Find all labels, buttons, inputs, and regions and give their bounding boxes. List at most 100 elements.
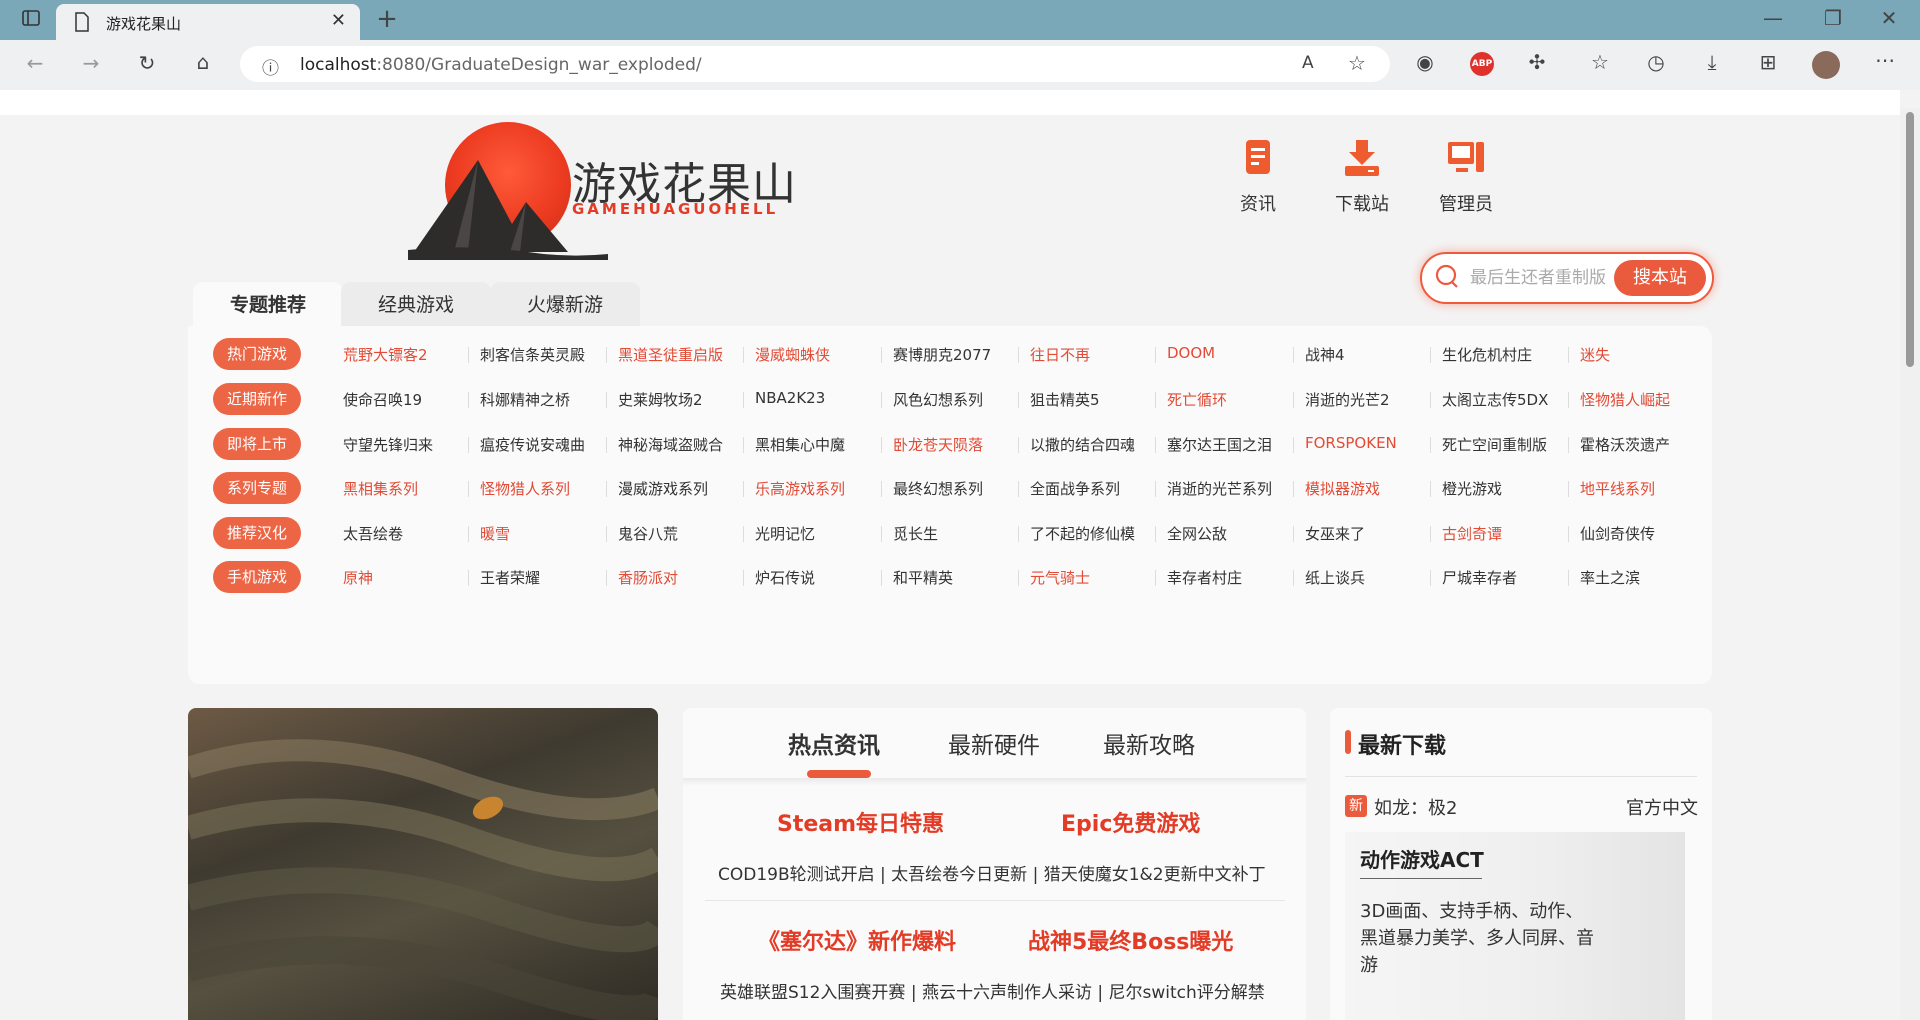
search-button[interactable]: 搜本站 xyxy=(1614,260,1706,296)
topic-game-link[interactable]: 狙击精英5 xyxy=(1030,389,1160,410)
restore-icon[interactable]: ❐ xyxy=(1818,6,1848,30)
topic-category-badge[interactable]: 近期新作 xyxy=(213,383,301,415)
topic-game-link[interactable]: 黑道圣徒重启版 xyxy=(618,344,748,365)
topic-game-link[interactable]: 全面战争系列 xyxy=(1030,478,1160,499)
plus-icon[interactable]: + xyxy=(372,4,402,34)
topic-game-link[interactable]: 古剑奇谭 xyxy=(1442,523,1572,544)
topic-game-link[interactable]: FORSPOKEN xyxy=(1305,434,1435,452)
topic-game-link[interactable]: 以撒的结合四魂 xyxy=(1030,434,1160,455)
topic-game-link[interactable]: 荒野大镖客2 xyxy=(343,344,473,365)
topic-game-link[interactable]: 消逝的光芒系列 xyxy=(1167,478,1297,499)
topic-game-link[interactable]: 乐高游戏系列 xyxy=(755,478,885,499)
topic-game-link[interactable]: 卧龙苍天陨落 xyxy=(893,434,1023,455)
topic-game-link[interactable]: 觅长生 xyxy=(893,523,1023,544)
topic-game-link[interactable]: 和平精英 xyxy=(893,567,1023,588)
topic-game-link[interactable]: DOOM xyxy=(1167,344,1297,362)
forward-icon[interactable]: → xyxy=(76,51,106,75)
topic-game-link[interactable]: 死亡空间重制版 xyxy=(1442,434,1572,455)
close-icon[interactable]: ✕ xyxy=(331,10,346,31)
topic-game-link[interactable]: 原神 xyxy=(343,567,473,588)
topic-game-link[interactable]: 纸上谈兵 xyxy=(1305,567,1435,588)
topic-game-link[interactable]: 仙剑奇侠传 xyxy=(1580,523,1710,544)
topic-game-link[interactable]: 率土之滨 xyxy=(1580,567,1710,588)
topic-game-link[interactable]: 橙光游戏 xyxy=(1442,478,1572,499)
topic-game-link[interactable]: 全网公敌 xyxy=(1167,523,1297,544)
news-headline-gow[interactable]: 战神5最终Boss曝光 xyxy=(1028,924,1233,956)
topic-game-link[interactable]: 尸城幸存者 xyxy=(1442,567,1572,588)
topic-game-link[interactable]: 元气骑士 xyxy=(1030,567,1160,588)
page-scrollbar[interactable] xyxy=(1900,108,1920,1020)
topic-game-link[interactable]: 最终幻想系列 xyxy=(893,478,1023,499)
tab-classic[interactable]: 经典游戏 xyxy=(341,282,491,326)
news-line-1[interactable]: COD19B轮测试开启 | 太吾绘卷今日更新 | 猎天使魔女1&2更新中文补丁 xyxy=(718,860,1266,885)
nav-admin[interactable]: 管理员 xyxy=(1426,138,1506,216)
topic-game-link[interactable]: 死亡循环 xyxy=(1167,389,1297,410)
news-tab-hot[interactable]: 热点资讯 xyxy=(788,726,880,760)
topic-game-link[interactable]: 塞尔达王国之泪 xyxy=(1167,434,1297,455)
favorite-add-icon[interactable]: ☆ xyxy=(1348,51,1366,75)
topic-game-link[interactable]: 了不起的修仙模 xyxy=(1030,523,1160,544)
avatar[interactable] xyxy=(1812,51,1840,79)
topic-game-link[interactable]: 刺客信条英灵殿 xyxy=(480,344,610,365)
topic-game-link[interactable]: 风色幻想系列 xyxy=(893,389,1023,410)
browser-tab-active[interactable]: 游戏花果山 ✕ xyxy=(56,4,360,40)
history-icon[interactable]: ◷ xyxy=(1641,50,1671,74)
news-tab-hardware[interactable]: 最新硬件 xyxy=(948,726,1040,760)
topic-game-link[interactable]: 鬼谷八荒 xyxy=(618,523,748,544)
scrollbar-thumb[interactable] xyxy=(1906,112,1914,367)
featured-image[interactable] xyxy=(188,708,658,1020)
topic-game-link[interactable]: NBA2K23 xyxy=(755,389,885,407)
news-headline-zelda[interactable]: 《塞尔达》新作爆料 xyxy=(758,924,956,956)
topic-game-link[interactable]: 赛博朋克2077 xyxy=(893,344,1023,365)
topic-game-link[interactable]: 守望先锋归来 xyxy=(343,434,473,455)
topic-game-link[interactable]: 消逝的光芒2 xyxy=(1305,389,1435,410)
download-game-card[interactable]: 动作游戏ACT 3D画面、支持手柄、动作、黑道暴力美学、多人同屏、音游 xyxy=(1345,832,1685,1020)
topic-game-link[interactable]: 怪物猎人崛起 xyxy=(1580,389,1710,410)
extension-icon[interactable]: ◉ xyxy=(1410,50,1440,74)
topic-game-link[interactable]: 光明记忆 xyxy=(755,523,885,544)
topic-game-link[interactable]: 漫威游戏系列 xyxy=(618,478,748,499)
topic-game-link[interactable]: 迷失 xyxy=(1580,344,1710,365)
news-tab-guides[interactable]: 最新攻略 xyxy=(1103,726,1195,760)
more-icon[interactable]: ⋯ xyxy=(1870,48,1900,72)
puzzle-icon[interactable]: ✣ xyxy=(1522,50,1552,74)
address-bar[interactable]: ⓘ localhost:8080/GraduateDesign_war_expl… xyxy=(240,46,1390,82)
window-close-icon[interactable]: ✕ xyxy=(1874,6,1904,30)
math-icon[interactable]: ⊞ xyxy=(1753,50,1783,74)
topic-game-link[interactable]: 往日不再 xyxy=(1030,344,1160,365)
topic-category-badge[interactable]: 系列专题 xyxy=(213,472,301,504)
topic-game-link[interactable]: 太阁立志传5DX xyxy=(1442,389,1572,410)
topic-game-link[interactable]: 怪物猎人系列 xyxy=(480,478,610,499)
topic-category-badge[interactable]: 热门游戏 xyxy=(213,338,301,370)
topic-game-link[interactable]: 战神4 xyxy=(1305,344,1435,365)
tab-hot-new[interactable]: 火爆新游 xyxy=(490,282,640,326)
topic-game-link[interactable]: 使命召唤19 xyxy=(343,389,473,410)
topic-category-badge[interactable]: 即将上市 xyxy=(213,428,301,460)
topic-game-link[interactable]: 女巫来了 xyxy=(1305,523,1435,544)
tab-featured[interactable]: 专题推荐 xyxy=(193,282,343,326)
topic-game-link[interactable]: 科娜精神之桥 xyxy=(480,389,610,410)
topic-game-link[interactable]: 炉石传说 xyxy=(755,567,885,588)
nav-downloads[interactable]: 下载站 xyxy=(1322,138,1402,216)
nav-news[interactable]: 资讯 xyxy=(1218,138,1298,216)
topic-game-link[interactable]: 黑相集心中魔 xyxy=(755,434,885,455)
topic-category-badge[interactable]: 手机游戏 xyxy=(213,561,301,593)
topic-game-link[interactable]: 王者荣耀 xyxy=(480,567,610,588)
topic-game-link[interactable]: 模拟器游戏 xyxy=(1305,478,1435,499)
download-icon[interactable]: ⤓ xyxy=(1697,50,1727,74)
topic-game-link[interactable]: 漫威蜘蛛侠 xyxy=(755,344,885,365)
news-headline-steam[interactable]: Steam每日特惠 xyxy=(777,806,944,838)
topic-game-link[interactable]: 暖雪 xyxy=(480,523,610,544)
news-headline-epic[interactable]: Epic免费游戏 xyxy=(1061,806,1200,838)
topic-game-link[interactable]: 神秘海域盗贼合 xyxy=(618,434,748,455)
topic-game-link[interactable]: 香肠派对 xyxy=(618,567,748,588)
back-icon[interactable]: ← xyxy=(20,51,50,75)
topic-game-link[interactable]: 幸存者村庄 xyxy=(1167,567,1297,588)
favorites-icon[interactable]: ☆ xyxy=(1585,50,1615,74)
sidebar-icon[interactable] xyxy=(16,8,46,33)
refresh-icon[interactable]: ↻ xyxy=(132,51,162,75)
topic-category-badge[interactable]: 推荐汉化 xyxy=(213,517,301,549)
topic-game-link[interactable]: 黑相集系列 xyxy=(343,478,473,499)
info-icon[interactable]: ⓘ xyxy=(262,54,279,79)
topic-game-link[interactable]: 史莱姆牧场2 xyxy=(618,389,748,410)
